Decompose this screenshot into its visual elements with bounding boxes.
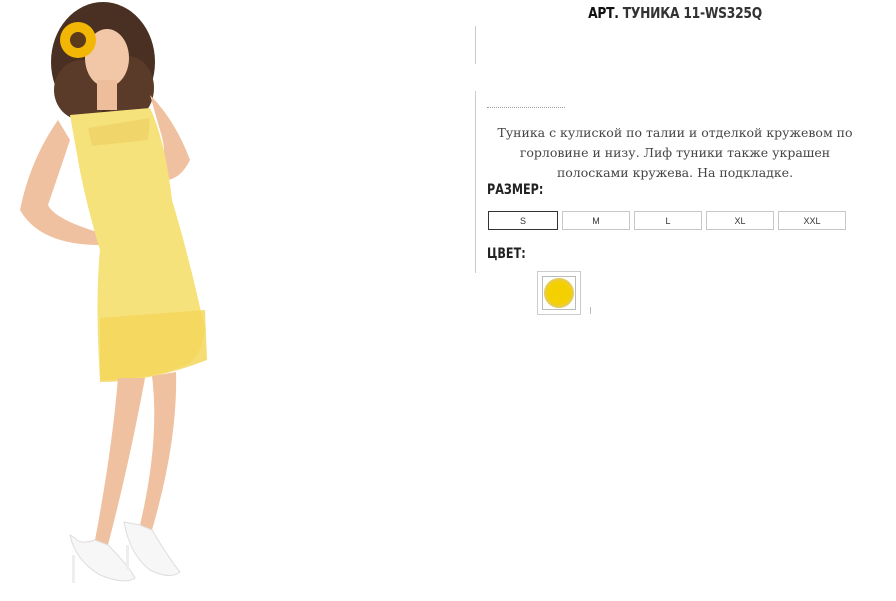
size-option-xxl[interactable]: XXL: [778, 211, 846, 230]
divider: [590, 307, 591, 314]
product-photo[interactable]: [0, 0, 340, 601]
dotted-separator: [487, 107, 565, 108]
color-label: ЦВЕТ:: [487, 246, 526, 262]
size-option-s[interactable]: S: [488, 211, 558, 230]
divider: [475, 26, 476, 64]
size-option-l[interactable]: L: [634, 211, 702, 230]
product-title: АРТ. ТУНИКА 11-WS325Q: [581, 4, 770, 22]
product-description: Туника с кулиской по талии и отделкой кр…: [497, 125, 853, 180]
divider: [475, 91, 476, 273]
size-selector: S M L XL XXL: [488, 211, 846, 230]
color-swatch-frame: [542, 276, 576, 310]
product-name: ТУНИКА 11-WS325Q: [622, 4, 762, 22]
article-prefix: АРТ.: [588, 4, 619, 22]
size-option-m[interactable]: M: [562, 211, 630, 230]
color-swatch-yellow[interactable]: [537, 271, 581, 315]
size-option-xl[interactable]: XL: [706, 211, 774, 230]
size-label: РАЗМЕР:: [487, 182, 544, 198]
yellow-color-dot: [544, 278, 574, 308]
